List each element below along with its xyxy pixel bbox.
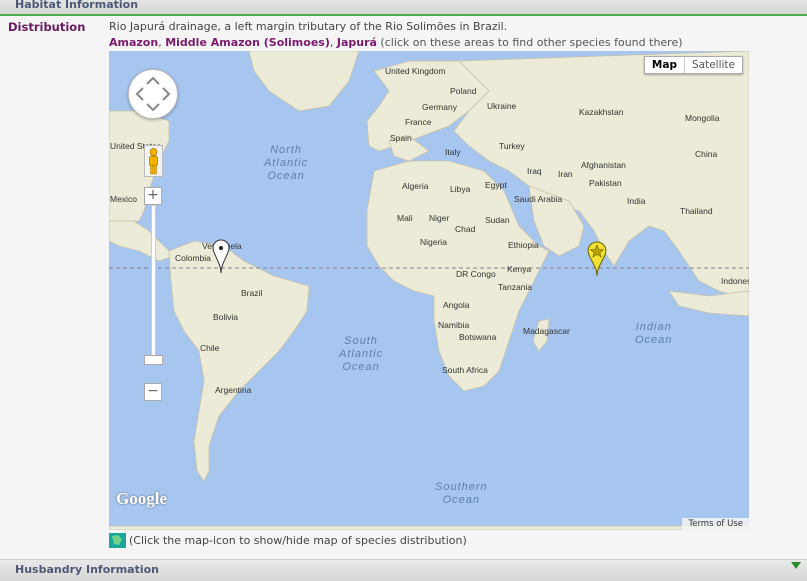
pan-arrows-icon <box>135 76 171 112</box>
chevron-down-icon[interactable] <box>791 562 801 569</box>
ocean-label-north-atlantic: North Atlantic Ocean <box>264 144 309 182</box>
terms-of-use-link[interactable]: Terms of Use <box>682 518 749 530</box>
map-label: Algeria <box>402 181 429 191</box>
area-separator: , <box>329 36 337 49</box>
map-label: Bolivia <box>213 312 239 322</box>
map-label: Mongolia <box>685 113 720 123</box>
map-label: France <box>405 117 432 127</box>
map-label: Angola <box>443 300 470 310</box>
star-marker-icon[interactable] <box>587 241 607 277</box>
area-link-japura[interactable]: Japurá <box>337 36 377 49</box>
map-label: Colombia <box>175 253 211 263</box>
map-label: Ethiopia <box>508 240 539 250</box>
map-toggle-icon[interactable] <box>109 533 126 548</box>
areas-hint: (click on these areas to find other spec… <box>376 36 683 49</box>
map-type-map-button[interactable]: Map <box>645 57 685 73</box>
distribution-label: Distribution <box>8 20 86 34</box>
distribution-areas: Amazon, Middle Amazon (Solimoes), Japurá… <box>109 36 683 49</box>
map-label: Mali <box>397 213 413 223</box>
map-label: Thailand <box>680 206 713 216</box>
map-label: India <box>627 196 646 206</box>
map-label: Chad <box>455 224 476 234</box>
ocean-label-southern: Southern Ocean <box>435 481 488 506</box>
map-legend-text: (Click the map-icon to show/hide map of … <box>129 534 467 547</box>
ocean-label-indian: Indian Ocean <box>635 321 673 346</box>
zoom-out-button[interactable]: − <box>144 383 162 401</box>
zoom-in-button[interactable]: + <box>144 187 162 205</box>
husbandry-information-title: Husbandry Information <box>15 563 160 576</box>
map-label: Nigeria <box>420 237 447 247</box>
map-label: South Africa <box>442 365 488 375</box>
google-logo[interactable]: Google <box>116 489 167 509</box>
map-label: United Kingdom <box>385 66 446 76</box>
habitat-information-title: Habitat Information <box>15 0 139 11</box>
street-view-pegman-icon[interactable] <box>144 145 163 177</box>
map-label: Spain <box>390 133 412 143</box>
habitat-information-header[interactable]: Habitat Information <box>0 0 807 16</box>
map-label: Egypt <box>485 180 507 190</box>
map-label: Libya <box>450 184 471 194</box>
map-label: Kazakhstan <box>579 107 624 117</box>
zoom-slider-track[interactable] <box>151 205 156 363</box>
husbandry-information-header[interactable]: Husbandry Information <box>0 559 807 581</box>
map-label: Afghanistan <box>581 160 626 170</box>
map-label: Botswana <box>459 332 497 342</box>
map-type-satellite-button[interactable]: Satellite <box>685 57 742 73</box>
map-label: Ukraine <box>487 101 517 111</box>
map-label: Poland <box>450 86 477 96</box>
map-label: Madagascar <box>523 326 570 336</box>
map-label: Turkey <box>499 141 525 151</box>
map-label: China <box>695 149 718 159</box>
map-label: Indonesia <box>721 276 749 286</box>
map-label: Pakistan <box>589 178 622 188</box>
area-link-middle-amazon[interactable]: Middle Amazon (Solimoes) <box>165 36 330 49</box>
map-label: Mexico <box>110 194 137 204</box>
map-label: Kenya <box>507 264 532 274</box>
map-label: Iran <box>558 169 573 179</box>
map-label: Tanzania <box>498 282 533 292</box>
map-label: Brazil <box>241 288 263 298</box>
distribution-map[interactable]: North Atlantic Ocean South Atlantic Ocean In… <box>109 51 749 530</box>
map-label: Iraq <box>527 166 542 176</box>
zoom-slider-handle[interactable] <box>144 355 163 365</box>
map-label: Sudan <box>485 215 510 225</box>
map-label: Niger <box>429 213 450 223</box>
area-link-amazon[interactable]: Amazon <box>109 36 158 49</box>
map-label: Argentina <box>215 385 252 395</box>
distribution-description: Rio Japurá drainage, a left margin tribu… <box>109 20 508 33</box>
map-label: DR Congo <box>456 269 496 279</box>
pin-marker-icon[interactable] <box>212 239 230 275</box>
map-label: Chile <box>200 343 220 353</box>
map-label: Namibia <box>438 320 470 330</box>
pan-control[interactable] <box>128 69 178 119</box>
map-label: Germany <box>422 102 457 112</box>
ocean-label-south-atlantic: South Atlantic Ocean <box>339 335 384 373</box>
map-legend: (Click the map-icon to show/hide map of … <box>109 533 467 548</box>
map-label: Saudi Arabia <box>514 194 563 204</box>
map-label: Italy <box>445 147 461 157</box>
map-type-control: Map Satellite <box>643 56 743 74</box>
